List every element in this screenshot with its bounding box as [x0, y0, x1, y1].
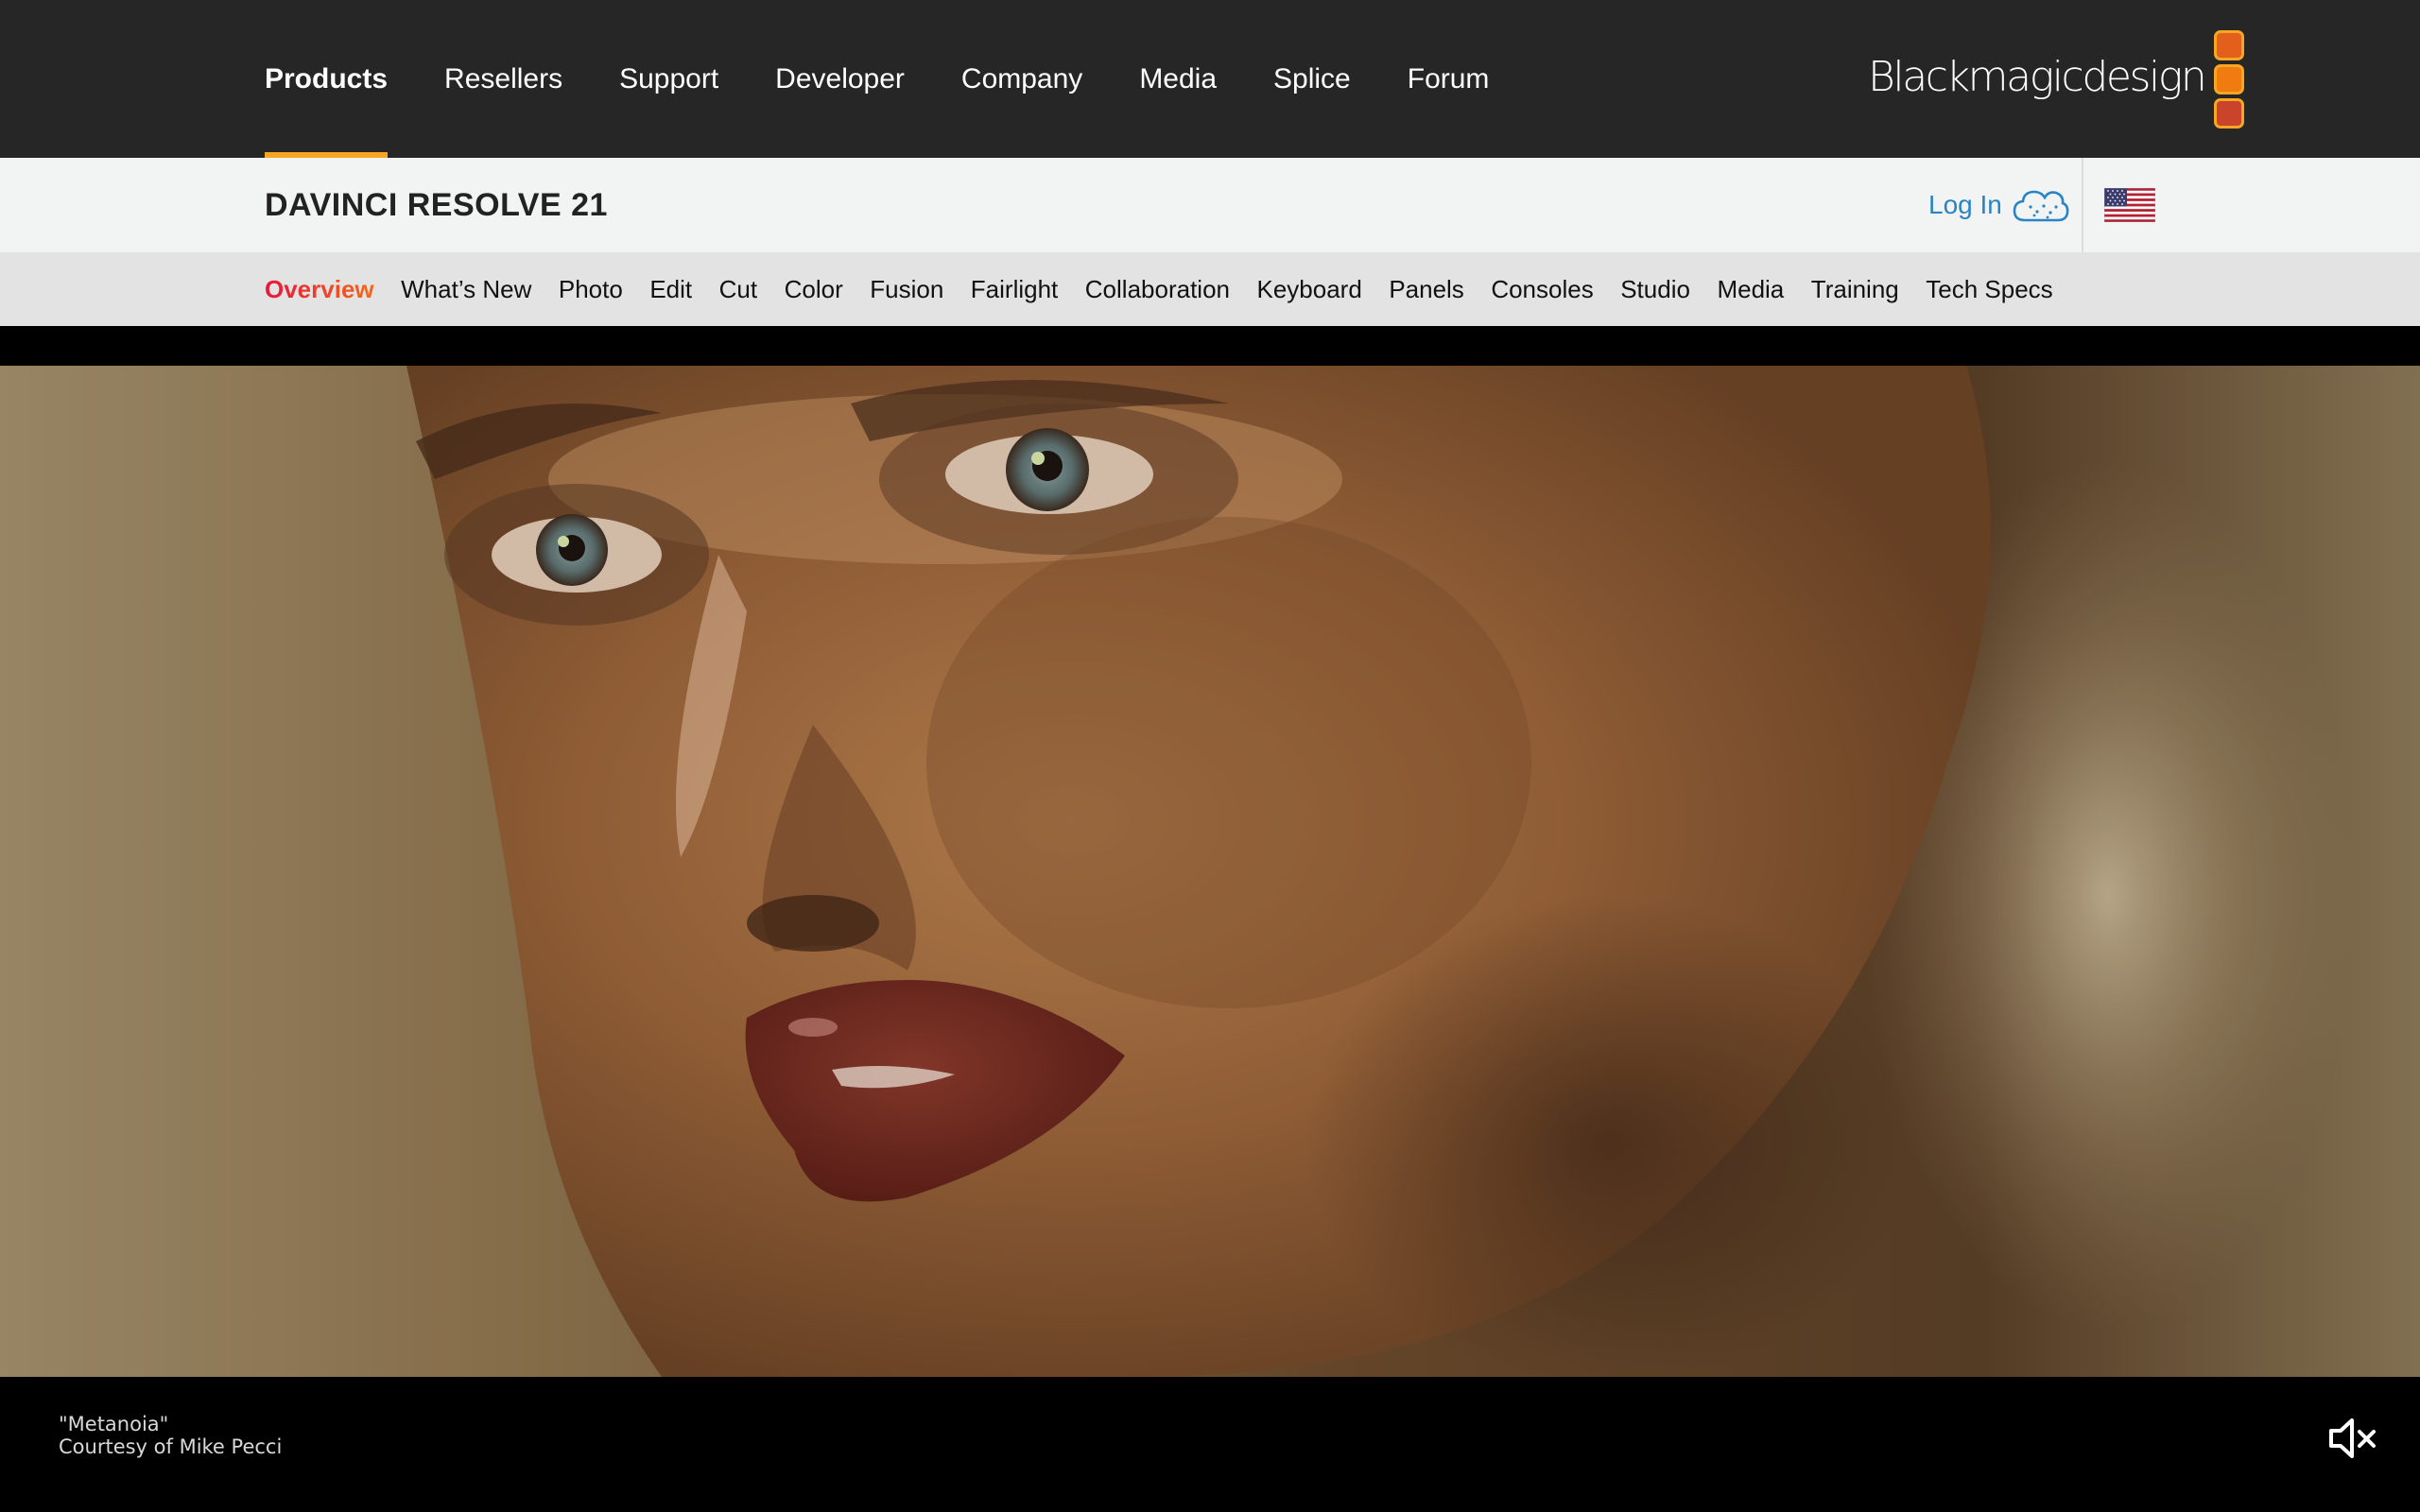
- login-label: Log In: [1928, 190, 2002, 219]
- caption-title: "Metanoia": [59, 1413, 169, 1435]
- subnav-item-fusion[interactable]: Fusion: [870, 275, 943, 304]
- subnav-item-collaboration[interactable]: Collaboration: [1085, 275, 1230, 304]
- subnav-item-keyboard[interactable]: Keyboard: [1257, 275, 1362, 304]
- logo-square-top: [2214, 30, 2245, 60]
- nav-item-company[interactable]: Company: [961, 0, 1082, 158]
- caption-credit: Courtesy of Mike Pecci: [59, 1435, 283, 1458]
- cloud-icon: [2013, 190, 2069, 222]
- subnav-item-overview[interactable]: Overview: [265, 275, 374, 304]
- nav-item-developer[interactable]: Developer: [775, 0, 905, 158]
- nav-item-media[interactable]: Media: [1139, 0, 1217, 158]
- subnav-item-edit[interactable]: Edit: [649, 275, 692, 304]
- product-title: DAVINCI RESOLVE 21: [265, 187, 608, 223]
- us-flag-icon[interactable]: [2104, 188, 2155, 222]
- subnav-item-consoles[interactable]: Consoles: [1491, 275, 1593, 304]
- header-divider: [2082, 158, 2083, 252]
- subnav-item-panels[interactable]: Panels: [1389, 275, 1464, 304]
- subnav-item-whats-new[interactable]: What’s New: [401, 275, 531, 304]
- subnav-item-cut[interactable]: Cut: [719, 275, 757, 304]
- nav-item-support[interactable]: Support: [619, 0, 718, 158]
- subnav-item-photo[interactable]: Photo: [559, 275, 623, 304]
- sub-nav-list: Overview What’s New Photo Edit Cut Color…: [265, 252, 2080, 326]
- brand-logo[interactable]: Blackmagicdesign: [1868, 28, 2245, 130]
- subnav-item-fairlight[interactable]: Fairlight: [971, 275, 1058, 304]
- login-button[interactable]: Log In: [1928, 158, 2070, 252]
- top-navigation-bar: Products Resellers Support Developer Com…: [0, 0, 2420, 158]
- nav-item-resellers[interactable]: Resellers: [444, 0, 562, 158]
- subnav-item-tech-specs[interactable]: Tech Specs: [1926, 275, 2052, 304]
- logo-square-middle: [2214, 64, 2245, 94]
- nav-item-products[interactable]: Products: [265, 0, 389, 158]
- speaker-muted-icon[interactable]: [2325, 1410, 2382, 1467]
- product-sub-nav: Overview What’s New Photo Edit Cut Color…: [0, 252, 2420, 327]
- subnav-item-color[interactable]: Color: [785, 275, 843, 304]
- subnav-item-studio[interactable]: Studio: [1620, 275, 1690, 304]
- subnav-item-media[interactable]: Media: [1717, 275, 1784, 304]
- hero-video-section: "Metanoia" Courtesy of Mike Pecci: [0, 326, 2420, 1512]
- nav-item-splice[interactable]: Splice: [1273, 0, 1351, 158]
- logo-squares-icon: [2214, 30, 2245, 129]
- product-header-bar: DAVINCI RESOLVE 21 Log In: [0, 158, 2420, 252]
- hero-video-frame[interactable]: [0, 366, 2420, 1377]
- subnav-item-training[interactable]: Training: [1811, 275, 1899, 304]
- nav-item-forum[interactable]: Forum: [1408, 0, 1490, 158]
- logo-square-bottom: [2214, 98, 2245, 129]
- brand-wordmark: Blackmagicdesign: [1868, 52, 2207, 101]
- main-nav: Products Resellers Support Developer Com…: [265, 0, 1546, 158]
- video-caption: "Metanoia" Courtesy of Mike Pecci: [59, 1413, 282, 1458]
